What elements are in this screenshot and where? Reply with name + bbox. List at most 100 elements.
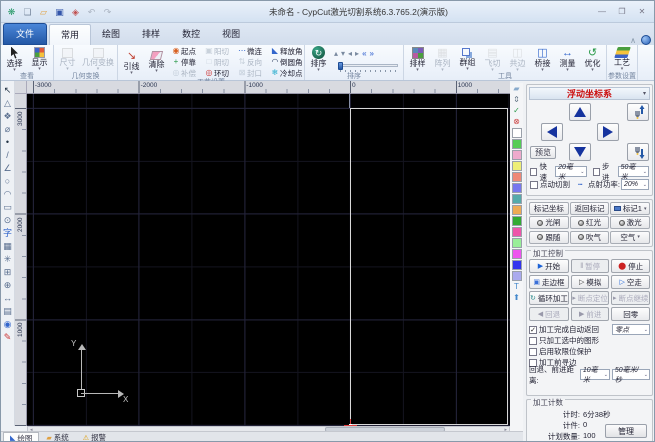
- step-checkbox[interactable]: [592, 167, 600, 176]
- layer-color-5[interactable]: [511, 183, 522, 193]
- sort-left-icon[interactable]: ◂: [348, 49, 352, 58]
- optimize-button[interactable]: ↺ 优化 ▾: [580, 46, 605, 73]
- microjoint-button[interactable]: ⋯ 微连: [237, 46, 270, 56]
- file-menu-button[interactable]: 文件: [3, 23, 48, 45]
- follow-up-button[interactable]: [627, 103, 649, 121]
- display-button[interactable]: 显示 ▾: [27, 46, 52, 72]
- play-button[interactable]: ▶ 开始: [529, 259, 569, 273]
- app-icon[interactable]: ❋: [5, 6, 18, 18]
- visible-check-icon[interactable]: ✓: [511, 106, 522, 116]
- stop-button[interactable]: ⬤ 停止: [611, 259, 650, 273]
- leadline-button[interactable]: ↘ 引线 ▾: [119, 49, 144, 76]
- speed-select[interactable]: 50毫米/秒 ⌄: [611, 367, 650, 384]
- select-tool-icon[interactable]: ↖: [1, 84, 14, 97]
- layer-color-1[interactable]: [511, 139, 522, 149]
- fast-distance-select[interactable]: 20毫米 ⌄: [555, 164, 587, 181]
- common-edge-button[interactable]: ◫ 共边 ▾: [505, 46, 530, 73]
- jog-down-button[interactable]: [569, 143, 591, 161]
- cursor-button[interactable]: 选择 ▾: [2, 46, 27, 72]
- layers-tool-icon[interactable]: ▤: [1, 305, 14, 318]
- redo-icon[interactable]: ↷: [101, 6, 114, 18]
- jog-up-button[interactable]: [569, 103, 591, 121]
- ellipse-tool-icon[interactable]: ⊙: [1, 214, 14, 227]
- nest-button[interactable]: 排样 ▾: [405, 46, 430, 72]
- mark-button-返回标记[interactable]: 返回标记: [569, 202, 610, 215]
- layer-color-7[interactable]: [511, 205, 522, 215]
- compensate-button[interactable]: ◎ 补偿: [171, 68, 204, 78]
- outer-cut-button[interactable]: ▣ 阳切: [204, 46, 237, 56]
- layer-color-8[interactable]: [511, 216, 522, 226]
- eraser-icon[interactable]: ▰: [511, 84, 522, 94]
- send-icon[interactable]: ◈: [69, 6, 82, 18]
- dock-button[interactable]: + 停靠: [171, 57, 204, 67]
- tab-常用[interactable]: 常用: [49, 24, 92, 45]
- flycut-button[interactable]: ▤ 飞切 ▾: [480, 46, 505, 73]
- mark-button-激光[interactable]: 激光: [610, 216, 650, 230]
- more-options-link[interactable]: ┅: [578, 180, 584, 189]
- mark-button-标记1[interactable]: 标记1 ▾: [610, 202, 650, 215]
- mark-button-红光[interactable]: 红光: [569, 216, 610, 230]
- preview-button[interactable]: 预览: [530, 146, 556, 159]
- eraser-button[interactable]: 清除 ▾: [144, 49, 169, 75]
- breakpoint-continue-button[interactable]: ▸ 断点继续: [611, 291, 650, 305]
- sheet-outline[interactable]: [350, 108, 508, 425]
- save-icon[interactable]: ▣: [53, 6, 66, 18]
- frame-button[interactable]: ▣ 走边框: [529, 275, 569, 289]
- layer-color-10[interactable]: [511, 238, 522, 248]
- cooling-point-button[interactable]: ❄ 冷却点: [270, 68, 303, 78]
- up-arrow-icon[interactable]: ⬆: [511, 293, 522, 303]
- transform-button[interactable]: 几何变换 ▾: [80, 46, 116, 72]
- rect-tool-icon[interactable]: ▭: [1, 201, 14, 214]
- layer-color-3[interactable]: [511, 161, 522, 171]
- dryrun-button[interactable]: ▷ 空走: [611, 275, 650, 289]
- tab-排样[interactable]: 排样: [131, 24, 171, 45]
- group-button[interactable]: 群组 ▾: [455, 46, 480, 72]
- fast-checkbox[interactable]: [530, 167, 538, 176]
- sort-granularity-slider[interactable]: [334, 61, 402, 72]
- sort-button[interactable]: ↻ 排序 ▾: [306, 46, 331, 73]
- slider-thumb[interactable]: [338, 61, 343, 70]
- star-tool-icon[interactable]: ✳: [1, 253, 14, 266]
- manage-button[interactable]: 管理: [605, 424, 647, 438]
- 回零-button[interactable]: 回零: [611, 307, 650, 321]
- next-part-icon[interactable]: »: [370, 49, 374, 58]
- node-edit-tool-icon[interactable]: △: [1, 97, 14, 110]
- chevron-up-icon[interactable]: ∧: [630, 36, 636, 45]
- checkbox[interactable]: [529, 336, 537, 345]
- reverse-button[interactable]: ⇅ 反向: [237, 57, 270, 67]
- open-file-icon[interactable]: ▱: [37, 6, 50, 18]
- jog-right-button[interactable]: [597, 123, 619, 141]
- status-tab-报警[interactable]: ⚠ 报警: [76, 432, 113, 441]
- jog-left-button[interactable]: [541, 123, 563, 141]
- ring-cut-button[interactable]: ◎ 环切: [204, 68, 237, 78]
- simulate-button[interactable]: ▷ 模拟: [570, 275, 610, 289]
- polyline-tool-icon[interactable]: ∠: [1, 162, 14, 175]
- close-button[interactable]: ✕: [636, 7, 648, 16]
- bridge-button[interactable]: ◫ 桥接 ▾: [530, 46, 555, 73]
- checkbox[interactable]: [529, 347, 537, 356]
- circle-tool-icon[interactable]: ○: [1, 175, 14, 188]
- jog-cut-checkbox[interactable]: [530, 180, 538, 189]
- minimize-button[interactable]: —: [596, 7, 608, 16]
- layer-color-0[interactable]: [511, 128, 522, 138]
- size-button[interactable]: 尺寸 ▾: [55, 46, 80, 72]
- mark-button-吹气[interactable]: 吹气: [569, 230, 610, 244]
- fillet-button[interactable]: ◠ 倒圆角: [270, 57, 303, 67]
- zoom-tool-icon[interactable]: ⌀: [1, 123, 14, 136]
- mark-button-空气[interactable]: 空气 ▾: [610, 230, 650, 244]
- back-button[interactable]: ◀ 回退: [529, 307, 569, 321]
- undo-icon[interactable]: ↶: [85, 6, 98, 18]
- tab-数控[interactable]: 数控: [171, 24, 211, 45]
- sort-right-icon[interactable]: ▸: [355, 49, 359, 58]
- array-button[interactable]: ▦ 阵列 ▾: [430, 46, 455, 73]
- coord-system-selector[interactable]: 浮动坐标系 ▾: [529, 87, 650, 100]
- forward-button[interactable]: ▶ 前进: [570, 307, 610, 321]
- new-file-icon[interactable]: ❏: [21, 6, 34, 18]
- power-select[interactable]: 20% ⌄: [621, 179, 649, 190]
- step-distance-select[interactable]: 50毫米 ⌄: [617, 164, 649, 181]
- tab-视图[interactable]: 视图: [211, 24, 251, 45]
- text-tool-icon[interactable]: 字: [1, 227, 14, 240]
- layer-color-12[interactable]: [511, 260, 522, 270]
- status-tab-系统[interactable]: ▰ 系统: [39, 432, 75, 441]
- breakpoint-locate-button[interactable]: ▸ 断点定位: [570, 291, 610, 305]
